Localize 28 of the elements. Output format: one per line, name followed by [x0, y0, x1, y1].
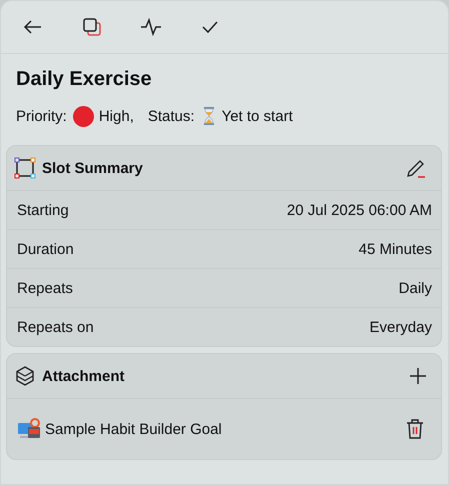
field-value: 45 Minutes: [358, 240, 432, 258]
priority-label: Priority:: [16, 108, 67, 124]
priority-value: High,: [98, 108, 134, 124]
section-title: Attachment: [42, 368, 126, 384]
attachment-name[interactable]: Sample Habit Builder Goal: [45, 420, 405, 438]
field-value: Daily: [398, 280, 432, 296]
task-title: Daily Exercise: [15, 67, 153, 91]
status-label: Status:: [148, 108, 195, 124]
copy-icon: [82, 17, 102, 37]
field-label: Repeats: [17, 280, 73, 296]
add-button[interactable]: [409, 367, 427, 385]
activity-button[interactable]: [139, 15, 163, 39]
app-icon: [17, 418, 41, 440]
field-value: 20 Jul 2025 06:00 AM: [286, 202, 432, 218]
section-title: Slot Summary: [42, 160, 144, 176]
checkmark-icon: [201, 20, 219, 34]
delete-button[interactable]: [405, 418, 425, 440]
status-value: Yet to start: [222, 108, 293, 124]
hourglass-icon: [202, 107, 215, 125]
trash-icon: [405, 418, 425, 440]
field-label: Duration: [17, 240, 74, 258]
frame-icon: [14, 157, 36, 179]
pulse-icon: [140, 18, 162, 36]
field-label: Repeats on: [17, 318, 94, 336]
back-arrow-icon: [23, 19, 43, 35]
plus-icon: [409, 367, 427, 385]
field-label: Starting: [17, 202, 69, 218]
field-value: Everyday: [369, 318, 432, 336]
